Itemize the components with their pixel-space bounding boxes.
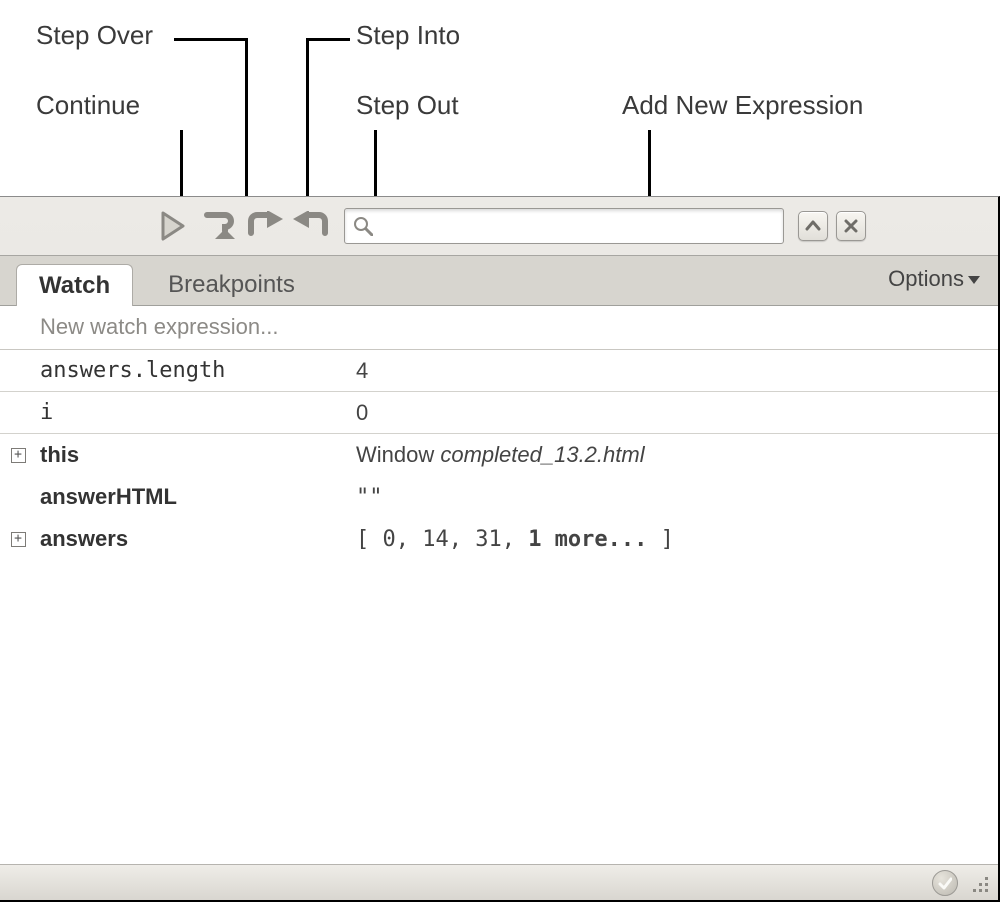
watch-name[interactable]: answers [36,526,336,552]
step-out-button[interactable] [288,206,334,246]
annotation-continue: Continue [36,90,140,121]
tab-strip: Watch Breakpoints Options [0,256,998,306]
watch-name[interactable]: answerHTML [36,484,336,510]
watch-row: + this Window completed_13.2.html [0,434,998,476]
search-input[interactable] [379,215,775,238]
callout-line [174,38,248,41]
status-indicator[interactable] [932,870,958,896]
search-icon [353,216,373,236]
watch-value-array-more[interactable]: 1 more... [528,527,647,552]
callout-line [180,130,183,198]
annotation-add-new-expression: Add New Expression [622,90,863,121]
debug-toolbar [0,197,998,256]
annotation-step-over: Step Over [36,20,153,51]
watch-value-array-suffix: ] [647,527,674,552]
new-watch-expression-input[interactable]: New watch expression... [0,306,998,350]
watch-row: answerHTML "" [0,476,998,518]
chevron-down-icon [968,276,980,284]
expand-toggle[interactable]: + [11,532,26,547]
continue-button[interactable] [150,206,196,246]
options-label: Options [888,266,964,291]
step-into-button[interactable] [242,206,288,246]
watch-name[interactable]: this [36,442,336,468]
options-menu[interactable]: Options [888,266,980,292]
expand-toggle[interactable]: + [11,448,26,463]
watch-value: 0 [356,400,368,425]
annotation-step-out: Step Out [356,90,459,121]
watch-name[interactable]: i [36,400,336,425]
watch-name[interactable]: answers.length [36,358,336,383]
watch-value-array-prefix: [ 0, 14, 31, [356,527,528,552]
watch-value-file: completed_13.2.html [440,442,644,467]
expand-panel-button[interactable] [798,211,828,241]
watch-body: New watch expression... answers.length 4… [0,306,998,866]
check-icon [938,876,952,890]
callout-line [306,38,350,41]
callout-line [374,130,377,198]
play-icon [159,211,187,241]
step-out-icon [291,211,331,241]
watch-value: "" [356,485,383,510]
step-over-button[interactable] [196,206,242,246]
chevron-up-icon [805,219,821,233]
watch-value-prefix: Window [356,442,440,467]
close-icon [844,219,858,233]
annotation-step-into: Step Into [356,20,460,51]
tab-breakpoints[interactable]: Breakpoints [145,263,318,305]
step-over-icon [201,209,237,243]
watch-row: + answers [ 0, 14, 31, 1 more... ] [0,518,998,560]
tab-watch[interactable]: Watch [16,264,133,306]
callout-line [245,38,248,198]
callout-line [306,38,309,198]
watch-row: answers.length 4 [0,350,998,392]
status-bar [0,864,998,900]
resize-grip[interactable] [968,872,990,894]
close-panel-button[interactable] [836,211,866,241]
search-box[interactable] [344,208,784,244]
watch-row: i 0 [0,392,998,434]
watch-value: 4 [356,358,368,383]
step-into-icon [245,211,285,241]
debugger-panel: Watch Breakpoints Options New watch expr… [0,196,1000,902]
